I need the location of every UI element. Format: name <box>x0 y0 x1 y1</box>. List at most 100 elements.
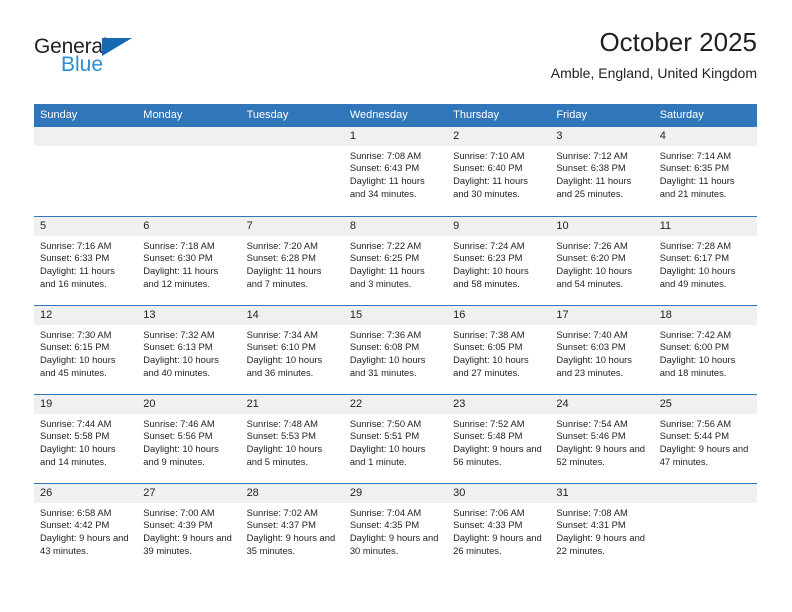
calendar-grid: Sunday Monday Tuesday Wednesday Thursday… <box>34 104 757 572</box>
day-number: 13 <box>137 305 241 325</box>
day-number: 7 <box>240 216 344 236</box>
sunset-text: Sunset: 6:33 PM <box>40 252 110 264</box>
day-cell[interactable]: 4 Sunrise: 7:14 AM Sunset: 6:35 PM Dayli… <box>653 126 757 216</box>
sunrise-text: Sunrise: 7:08 AM <box>556 506 628 518</box>
day-cell[interactable]: 28 Sunrise: 7:02 AM Sunset: 4:37 PM Dayl… <box>240 483 344 572</box>
sunset-text: Sunset: 5:58 PM <box>40 430 110 442</box>
sunset-text: Sunset: 6:20 PM <box>556 252 626 264</box>
sunrise-text: Sunrise: 7:18 AM <box>143 239 215 251</box>
day-cell[interactable]: 14 Sunrise: 7:34 AM Sunset: 6:10 PM Dayl… <box>240 305 344 394</box>
day-cell[interactable]: 5 Sunrise: 7:16 AM Sunset: 6:33 PM Dayli… <box>34 216 138 305</box>
daylight-text: Daylight: 10 hours and 49 minutes. <box>659 265 736 289</box>
day-cell[interactable]: 3 Sunrise: 7:12 AM Sunset: 6:38 PM Dayli… <box>550 126 654 216</box>
day-cell[interactable]: 23 Sunrise: 7:52 AM Sunset: 5:48 PM Dayl… <box>447 394 551 483</box>
day-cell[interactable] <box>653 483 757 572</box>
daylight-text: Daylight: 9 hours and 52 minutes. <box>556 443 646 467</box>
day-number: 30 <box>447 483 551 503</box>
day-cell[interactable]: 17 Sunrise: 7:40 AM Sunset: 6:03 PM Dayl… <box>550 305 654 394</box>
sunset-text: Sunset: 6:10 PM <box>246 341 316 353</box>
sunset-text: Sunset: 6:38 PM <box>556 162 626 174</box>
daylight-text: Daylight: 9 hours and 47 minutes. <box>659 443 749 467</box>
day-cell[interactable]: 10 Sunrise: 7:26 AM Sunset: 6:20 PM Dayl… <box>550 216 654 305</box>
weekday-sunday: Sunday <box>40 109 78 121</box>
day-details: Sunrise: 7:48 AM Sunset: 5:53 PM Dayligh… <box>241 414 344 468</box>
logo-text-blue: Blue <box>61 53 104 76</box>
sunrise-text: Sunrise: 7:04 AM <box>349 506 422 518</box>
sunrise-text: Sunrise: 7:34 AM <box>246 328 318 340</box>
sunset-text: Sunset: 6:30 PM <box>143 252 213 264</box>
day-cell[interactable]: 1 Sunrise: 7:08 AM Sunset: 6:43 PM Dayli… <box>343 126 448 216</box>
sunset-text: Sunset: 4:39 PM <box>143 519 213 531</box>
sunrise-text: Sunrise: 7:12 AM <box>556 149 628 161</box>
day-number: 29 <box>343 483 448 503</box>
day-cell[interactable]: 22 Sunrise: 7:50 AM Sunset: 5:51 PM Dayl… <box>343 394 448 483</box>
sunrise-text: Sunrise: 7:42 AM <box>659 328 732 340</box>
day-cell[interactable]: 9 Sunrise: 7:24 AM Sunset: 6:23 PM Dayli… <box>447 216 551 305</box>
day-cell[interactable]: 8 Sunrise: 7:22 AM Sunset: 6:25 PM Dayli… <box>343 216 448 305</box>
day-number <box>137 126 241 146</box>
day-number: 6 <box>137 216 241 236</box>
day-cell[interactable]: 12 Sunrise: 7:30 AM Sunset: 6:15 PM Dayl… <box>34 305 138 394</box>
day-details: Sunrise: 7:08 AM Sunset: 6:43 PM Dayligh… <box>344 146 447 200</box>
day-details: Sunrise: 7:34 AM Sunset: 6:10 PM Dayligh… <box>241 325 344 379</box>
daylight-text: Daylight: 9 hours and 22 minutes. <box>556 532 646 556</box>
sunrise-text: Sunrise: 7:14 AM <box>659 149 732 161</box>
week-row: 12 Sunrise: 7:30 AM Sunset: 6:15 PM Dayl… <box>34 304 757 394</box>
day-cell[interactable]: 2 Sunrise: 7:10 AM Sunset: 6:40 PM Dayli… <box>447 126 551 216</box>
day-number: 11 <box>653 216 757 236</box>
daylight-text: Daylight: 10 hours and 40 minutes. <box>143 354 219 378</box>
day-cell[interactable]: 29 Sunrise: 7:04 AM Sunset: 4:35 PM Dayl… <box>343 483 448 572</box>
weekday-wednesday: Wednesday <box>349 109 408 121</box>
day-number: 26 <box>34 483 138 503</box>
day-cell[interactable]: 24 Sunrise: 7:54 AM Sunset: 5:46 PM Dayl… <box>550 394 654 483</box>
sunset-text: Sunset: 6:00 PM <box>659 341 729 353</box>
day-number: 5 <box>34 216 138 236</box>
sunset-text: Sunset: 6:25 PM <box>349 252 420 264</box>
sunset-text: Sunset: 5:53 PM <box>246 430 316 442</box>
sunset-text: Sunset: 5:51 PM <box>349 430 420 442</box>
daylight-text: Daylight: 10 hours and 54 minutes. <box>556 265 632 289</box>
page-header: General Blue October 2025 Amble, England… <box>34 27 757 94</box>
sunrise-text: Sunrise: 7:30 AM <box>40 328 112 340</box>
day-details: Sunrise: 7:32 AM Sunset: 6:13 PM Dayligh… <box>137 325 240 379</box>
daylight-text: Daylight: 10 hours and 9 minutes. <box>143 443 219 467</box>
sunset-text: Sunset: 4:33 PM <box>453 519 523 531</box>
day-cell[interactable]: 6 Sunrise: 7:18 AM Sunset: 6:30 PM Dayli… <box>137 216 241 305</box>
day-number: 15 <box>343 305 448 325</box>
day-cell[interactable]: 11 Sunrise: 7:28 AM Sunset: 6:17 PM Dayl… <box>653 216 757 305</box>
day-number <box>653 483 757 503</box>
sunrise-text: Sunrise: 7:02 AM <box>246 506 318 518</box>
day-cell[interactable]: 16 Sunrise: 7:38 AM Sunset: 6:05 PM Dayl… <box>447 305 551 394</box>
day-cell[interactable] <box>34 126 138 216</box>
day-cell[interactable]: 18 Sunrise: 7:42 AM Sunset: 6:00 PM Dayl… <box>653 305 757 394</box>
day-cell[interactable] <box>137 126 241 216</box>
day-details: Sunrise: 7:22 AM Sunset: 6:25 PM Dayligh… <box>344 236 447 290</box>
sunrise-text: Sunrise: 7:44 AM <box>40 417 112 429</box>
day-cell[interactable]: 30 Sunrise: 7:06 AM Sunset: 4:33 PM Dayl… <box>447 483 551 572</box>
day-cell[interactable]: 31 Sunrise: 7:08 AM Sunset: 4:31 PM Dayl… <box>550 483 654 572</box>
sunset-text: Sunset: 6:23 PM <box>453 252 523 264</box>
day-cell[interactable]: 20 Sunrise: 7:46 AM Sunset: 5:56 PM Dayl… <box>137 394 241 483</box>
day-cell[interactable]: 7 Sunrise: 7:20 AM Sunset: 6:28 PM Dayli… <box>240 216 344 305</box>
day-number: 10 <box>550 216 654 236</box>
day-cell[interactable] <box>240 126 344 216</box>
day-number: 24 <box>550 394 654 414</box>
day-cell[interactable]: 19 Sunrise: 7:44 AM Sunset: 5:58 PM Dayl… <box>34 394 138 483</box>
daylight-text: Daylight: 10 hours and 27 minutes. <box>453 354 529 378</box>
day-cell[interactable]: 15 Sunrise: 7:36 AM Sunset: 6:08 PM Dayl… <box>343 305 448 394</box>
sunrise-text: Sunrise: 6:58 AM <box>40 506 112 518</box>
day-cell[interactable]: 26 Sunrise: 6:58 AM Sunset: 4:42 PM Dayl… <box>34 483 138 572</box>
day-cell[interactable]: 27 Sunrise: 7:00 AM Sunset: 4:39 PM Dayl… <box>137 483 241 572</box>
day-details: Sunrise: 7:10 AM Sunset: 6:40 PM Dayligh… <box>447 146 550 200</box>
week-row: 5 Sunrise: 7:16 AM Sunset: 6:33 PM Dayli… <box>34 215 757 305</box>
daylight-text: Daylight: 10 hours and 5 minutes. <box>246 443 323 467</box>
day-details: Sunrise: 7:26 AM Sunset: 6:20 PM Dayligh… <box>550 236 653 290</box>
day-cell[interactable]: 21 Sunrise: 7:48 AM Sunset: 5:53 PM Dayl… <box>240 394 344 483</box>
weekday-thursday: Thursday <box>453 109 499 121</box>
day-cell[interactable]: 25 Sunrise: 7:56 AM Sunset: 5:44 PM Dayl… <box>653 394 757 483</box>
daylight-text: Daylight: 11 hours and 21 minutes. <box>659 175 735 199</box>
daylight-text: Daylight: 11 hours and 7 minutes. <box>246 265 322 289</box>
day-number: 16 <box>447 305 551 325</box>
day-cell[interactable]: 13 Sunrise: 7:32 AM Sunset: 6:13 PM Dayl… <box>137 305 241 394</box>
general-blue-logo[interactable]: General Blue <box>34 36 234 92</box>
